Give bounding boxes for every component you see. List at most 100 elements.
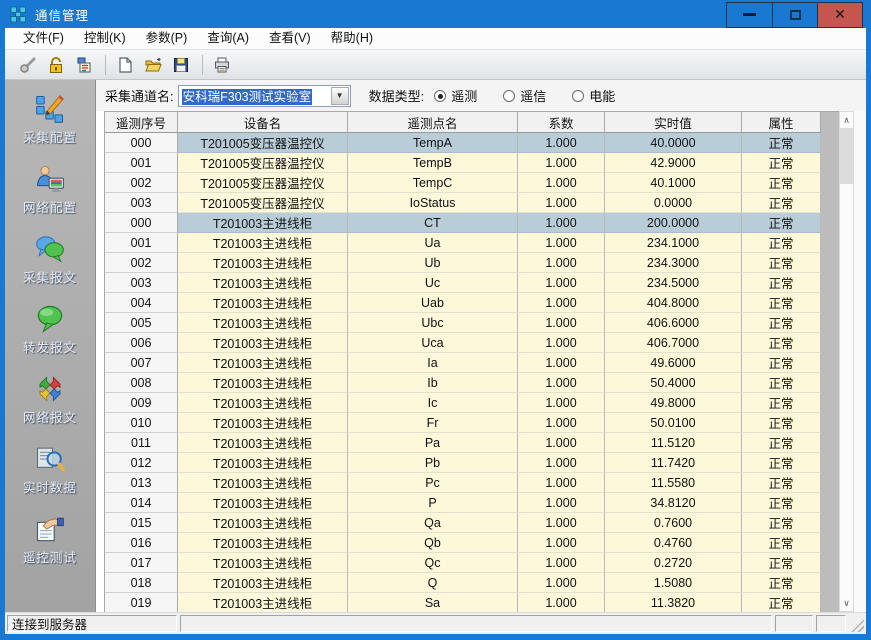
scrollbar-thumb[interactable]	[840, 128, 853, 184]
table-row[interactable]: 002T201003主进线柜Ub1.000234.3000正常	[105, 253, 821, 273]
cell-seq: 016	[105, 533, 178, 553]
cell-point: Uca	[348, 333, 518, 353]
sidebar-item-network-message[interactable]: 网络报文	[6, 374, 94, 426]
cell-seq: 000	[105, 133, 178, 153]
cell-attr: 正常	[742, 493, 821, 513]
table-row[interactable]: 006T201003主进线柜Uca1.000406.7000正常	[105, 333, 821, 353]
remote-test-icon	[32, 514, 68, 544]
table-row[interactable]: 014T201003主进线柜P1.00034.8120正常	[105, 493, 821, 513]
collect-config-icon	[32, 94, 68, 124]
col-header-attr[interactable]: 属性	[742, 112, 821, 133]
cell-seq: 018	[105, 573, 178, 593]
radio-telesignal[interactable]: 遥信	[503, 86, 546, 105]
sidebar-item-realtime-data[interactable]: 实时数据	[6, 444, 94, 496]
menu-help[interactable]: 帮助(H)	[321, 28, 383, 49]
unlock-button[interactable]	[43, 53, 69, 77]
table-row[interactable]: 012T201003主进线柜Pb1.00011.7420正常	[105, 453, 821, 473]
table-row[interactable]: 001T201003主进线柜Ua1.000234.1000正常	[105, 233, 821, 253]
menu-control[interactable]: 控制(K)	[74, 28, 136, 49]
window-title: 通信管理	[35, 5, 89, 24]
cell-attr: 正常	[742, 593, 821, 612]
col-header-seq[interactable]: 遥测序号	[105, 112, 178, 133]
cell-device: T201003主进线柜	[178, 393, 348, 413]
key-button[interactable]	[15, 53, 41, 77]
menu-file[interactable]: 文件(F)	[13, 28, 74, 49]
save-button[interactable]	[168, 53, 194, 77]
cell-coef: 1.000	[518, 133, 605, 153]
table-row[interactable]: 003T201003主进线柜Uc1.000234.5000正常	[105, 273, 821, 293]
table-row[interactable]: 019T201003主进线柜Sa1.00011.3820正常	[105, 593, 821, 612]
cell-device: T201003主进线柜	[178, 233, 348, 253]
sidebar-item-remote-test[interactable]: 遥控测试	[6, 514, 94, 566]
cell-point: Ua	[348, 233, 518, 253]
grid-filler	[821, 111, 839, 612]
cell-device: T201003主进线柜	[178, 273, 348, 293]
table-row[interactable]: 018T201003主进线柜Q1.0001.5080正常	[105, 573, 821, 593]
cell-seq: 002	[105, 253, 178, 273]
app-window: 通信管理 ✕ 文件(F) 控制(K) 参数(P) 查询(A) 查看(V) 帮助(…	[0, 0, 871, 640]
cell-coef: 1.000	[518, 393, 605, 413]
menu-view[interactable]: 查看(V)	[259, 28, 321, 49]
table-row[interactable]: 001T201005变压器温控仪TempB1.00042.9000正常	[105, 153, 821, 173]
col-header-coef[interactable]: 系数	[518, 112, 605, 133]
table-row[interactable]: 000T201003主进线柜CT1.000200.0000正常	[105, 213, 821, 233]
datatype-label: 数据类型:	[369, 86, 425, 105]
table-row[interactable]: 016T201003主进线柜Qb1.0000.4760正常	[105, 533, 821, 553]
vertical-scrollbar[interactable]: ∧ ∨	[839, 111, 854, 612]
minimize-button[interactable]	[727, 3, 772, 27]
table-row[interactable]: 008T201003主进线柜Ib1.00050.4000正常	[105, 373, 821, 393]
scroll-down-arrow-icon[interactable]: ∨	[840, 595, 853, 611]
resize-grip[interactable]	[849, 615, 864, 632]
channel-select[interactable]: 安科瑞F303测试实验室 ▼	[178, 85, 351, 107]
sidebar-item-collect-message[interactable]: 采集报文	[6, 234, 94, 286]
table-row[interactable]: 009T201003主进线柜Ic1.00049.8000正常	[105, 393, 821, 413]
cell-point: Qa	[348, 513, 518, 533]
open-folder-button[interactable]	[140, 53, 166, 77]
cell-seq: 005	[105, 313, 178, 333]
cell-coef: 1.000	[518, 333, 605, 353]
chevron-down-icon[interactable]: ▼	[331, 87, 349, 105]
radio-telemetry[interactable]: 遥测	[434, 86, 477, 105]
table-row[interactable]: 015T201003主进线柜Qa1.0000.7600正常	[105, 513, 821, 533]
cell-device: T201003主进线柜	[178, 593, 348, 612]
table-row[interactable]: 004T201003主进线柜Uab1.000404.8000正常	[105, 293, 821, 313]
col-header-value[interactable]: 实时值	[605, 112, 742, 133]
sidebar-item-label: 转发报文	[23, 337, 77, 356]
print-button[interactable]	[209, 53, 235, 77]
close-button[interactable]: ✕	[817, 3, 862, 27]
table-row[interactable]: 017T201003主进线柜Qc1.0000.2720正常	[105, 553, 821, 573]
menu-query[interactable]: 查询(A)	[197, 28, 259, 49]
cell-attr: 正常	[742, 193, 821, 213]
table-row[interactable]: 003T201005变压器温控仪IoStatus1.0000.0000正常	[105, 193, 821, 213]
scrollbar-track[interactable]	[840, 184, 853, 595]
table-row[interactable]: 007T201003主进线柜Ia1.00049.6000正常	[105, 353, 821, 373]
status-panel	[775, 615, 813, 632]
config-tag-button[interactable]	[71, 53, 97, 77]
scroll-up-arrow-icon[interactable]: ∧	[840, 112, 853, 128]
table-row[interactable]: 002T201005变压器温控仪TempC1.00040.1000正常	[105, 173, 821, 193]
col-header-point[interactable]: 遥测点名	[348, 112, 518, 133]
table-row[interactable]: 000T201005变压器温控仪TempA1.00040.0000正常	[105, 133, 821, 153]
table-row[interactable]: 013T201003主进线柜Pc1.00011.5580正常	[105, 473, 821, 493]
cell-point: Qc	[348, 553, 518, 573]
table-row[interactable]: 010T201003主进线柜Fr1.00050.0100正常	[105, 413, 821, 433]
radio-energy[interactable]: 电能	[572, 86, 615, 105]
status-connection: 连接到服务器	[7, 615, 177, 632]
menu-params[interactable]: 参数(P)	[136, 28, 198, 49]
sidebar-item-collect-config[interactable]: 采集配置	[6, 94, 94, 146]
col-header-device[interactable]: 设备名	[178, 112, 348, 133]
sidebar-item-forward-message[interactable]: 转发报文	[6, 304, 94, 356]
cell-seq: 001	[105, 153, 178, 173]
sidebar-item-label: 采集配置	[23, 127, 77, 146]
cell-point: Uc	[348, 273, 518, 293]
radio-icon	[434, 90, 446, 102]
table-row[interactable]: 005T201003主进线柜Ubc1.000406.6000正常	[105, 313, 821, 333]
cell-value: 234.3000	[605, 253, 742, 273]
maximize-button[interactable]	[772, 3, 817, 27]
sidebar-item-label: 实时数据	[23, 477, 77, 496]
sidebar-item-network-config[interactable]: 网络配置	[6, 164, 94, 216]
table-row[interactable]: 011T201003主进线柜Pa1.00011.5120正常	[105, 433, 821, 453]
cell-coef: 1.000	[518, 153, 605, 173]
new-file-button[interactable]	[112, 53, 138, 77]
cell-device: T201003主进线柜	[178, 513, 348, 533]
